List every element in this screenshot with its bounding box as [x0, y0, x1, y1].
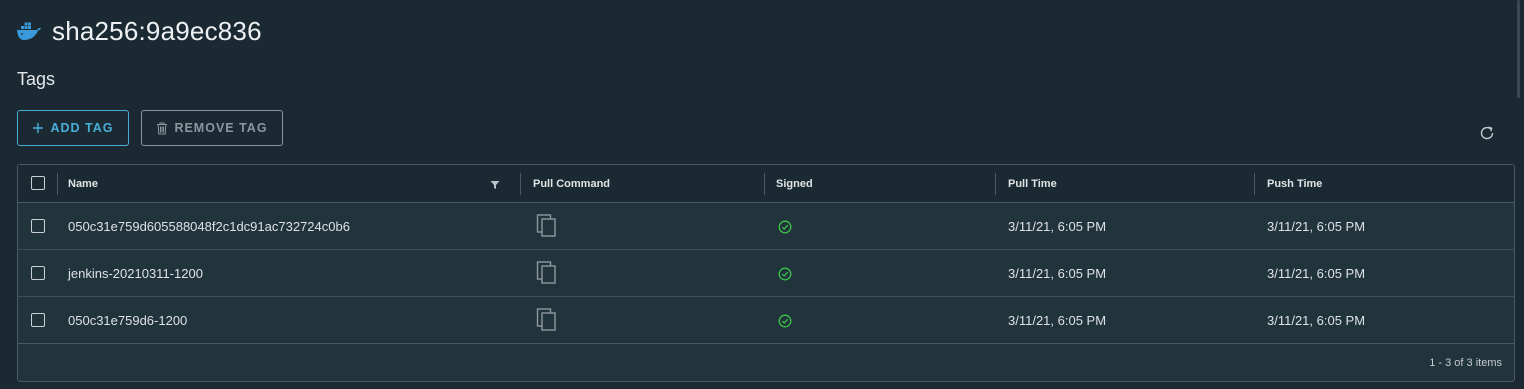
column-separator[interactable] [57, 173, 58, 195]
check-circle-icon [778, 267, 792, 281]
select-all-checkbox[interactable] [31, 176, 45, 190]
plus-icon [33, 123, 44, 133]
row-select-checkbox[interactable] [31, 219, 45, 233]
copy-icon[interactable] [536, 214, 558, 238]
table-row[interactable]: jenkins-20210311-1200 3/11/21, 6:05 PM 3… [18, 250, 1514, 297]
add-tag-button[interactable]: ADD TAG [17, 110, 129, 146]
row-select-checkbox[interactable] [31, 266, 45, 280]
column-header-pull-command[interactable]: Pull Command [533, 165, 610, 202]
refresh-icon[interactable] [1478, 124, 1496, 142]
column-header-name[interactable]: Name [68, 165, 98, 202]
column-separator[interactable] [764, 173, 765, 195]
column-header-pull-time[interactable]: Pull Time [1008, 165, 1057, 202]
tag-name: 050c31e759d605588048f2c1dc91ac732724c0b6 [68, 218, 350, 234]
remove-tag-label: REMOVE TAG [174, 121, 268, 135]
table-row[interactable]: 050c31e759d605588048f2c1dc91ac732724c0b6… [18, 203, 1514, 250]
push-time: 3/11/21, 6:05 PM [1267, 312, 1366, 328]
pull-time: 3/11/21, 6:05 PM [1008, 265, 1107, 281]
pull-time: 3/11/21, 6:05 PM [1008, 218, 1107, 234]
remove-tag-button[interactable]: REMOVE TAG [141, 110, 283, 146]
page-title: sha256:9a9ec836 [52, 15, 262, 46]
page-scrollbar[interactable] [1517, 0, 1520, 98]
filter-icon[interactable] [490, 180, 500, 190]
column-header-push-time[interactable]: Push Time [1267, 165, 1322, 202]
check-circle-icon [778, 314, 792, 328]
tags-datagrid: Name Pull Command Signed Pull Time Push … [17, 164, 1515, 382]
column-header-signed[interactable]: Signed [776, 165, 813, 202]
section-title: Tags [17, 69, 56, 89]
copy-icon[interactable] [536, 261, 558, 285]
pull-time: 3/11/21, 6:05 PM [1008, 312, 1107, 328]
column-separator[interactable] [520, 173, 521, 195]
table-row[interactable]: 050c31e759d6-1200 3/11/21, 6:05 PM 3/11/… [18, 297, 1514, 344]
datagrid-footer: 1 - 3 of 3 items [18, 345, 1514, 381]
page-header: sha256:9a9ec836 [16, 14, 262, 48]
add-tag-label: ADD TAG [50, 121, 114, 135]
docker-whale-icon [17, 22, 41, 40]
trash-icon [157, 122, 168, 134]
copy-icon[interactable] [536, 308, 558, 332]
push-time: 3/11/21, 6:05 PM [1267, 218, 1366, 234]
check-circle-icon [778, 220, 792, 234]
datagrid-header: Name Pull Command Signed Pull Time Push … [18, 165, 1514, 203]
row-select-checkbox[interactable] [31, 313, 45, 327]
push-time: 3/11/21, 6:05 PM [1267, 265, 1366, 281]
column-separator[interactable] [995, 173, 996, 195]
tag-name: 050c31e759d6-1200 [68, 312, 188, 328]
column-separator[interactable] [1254, 173, 1255, 195]
tag-name: jenkins-20210311-1200 [68, 265, 203, 281]
pagination-summary: 1 - 3 of 3 items [1429, 357, 1502, 369]
